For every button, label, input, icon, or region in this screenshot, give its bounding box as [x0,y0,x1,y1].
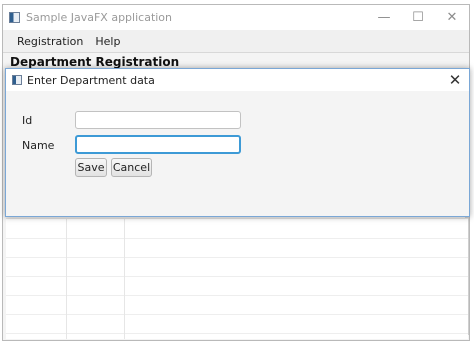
dialog-title: Enter Department data [27,73,155,87]
id-field[interactable] [75,111,241,129]
maximize-icon: ☐ [412,10,424,25]
close-icon: ✕ [446,10,458,25]
column-divider [66,219,67,339]
department-table [6,218,468,339]
app-icon [9,12,20,23]
name-label: Name [22,139,55,152]
table-row[interactable] [6,219,468,239]
close-icon: ✕ [448,71,462,89]
id-label: Id [22,114,33,127]
close-button[interactable]: ✕ [435,5,469,30]
save-button[interactable]: Save [75,158,107,177]
menu-registration[interactable]: Registration [11,35,89,48]
cancel-button[interactable]: Cancel [111,158,152,177]
window-controls: — ☐ ✕ [367,5,469,30]
minimize-icon: — [377,10,391,25]
minimize-button[interactable]: — [367,5,401,30]
table-row[interactable] [6,276,468,296]
table-row[interactable] [6,257,468,277]
dialog-app-icon [12,75,22,85]
table-row[interactable] [6,238,468,258]
department-dialog: Enter Department data ✕ Id Name Save Can… [5,68,470,217]
dialog-titlebar[interactable]: Enter Department data ✕ [6,69,469,91]
menu-help[interactable]: Help [89,35,126,48]
dialog-close-button[interactable]: ✕ [445,70,465,90]
window-title: Sample JavaFX application [26,11,173,24]
maximize-button[interactable]: ☐ [401,5,435,30]
name-field[interactable] [75,135,241,154]
window-titlebar[interactable]: Sample JavaFX application — ☐ ✕ [3,5,469,30]
section-heading: Department Registration [10,55,180,69]
menubar: Registration Help [3,30,469,53]
table-row[interactable] [6,295,468,315]
table-row[interactable] [6,314,468,334]
column-divider [124,219,125,339]
